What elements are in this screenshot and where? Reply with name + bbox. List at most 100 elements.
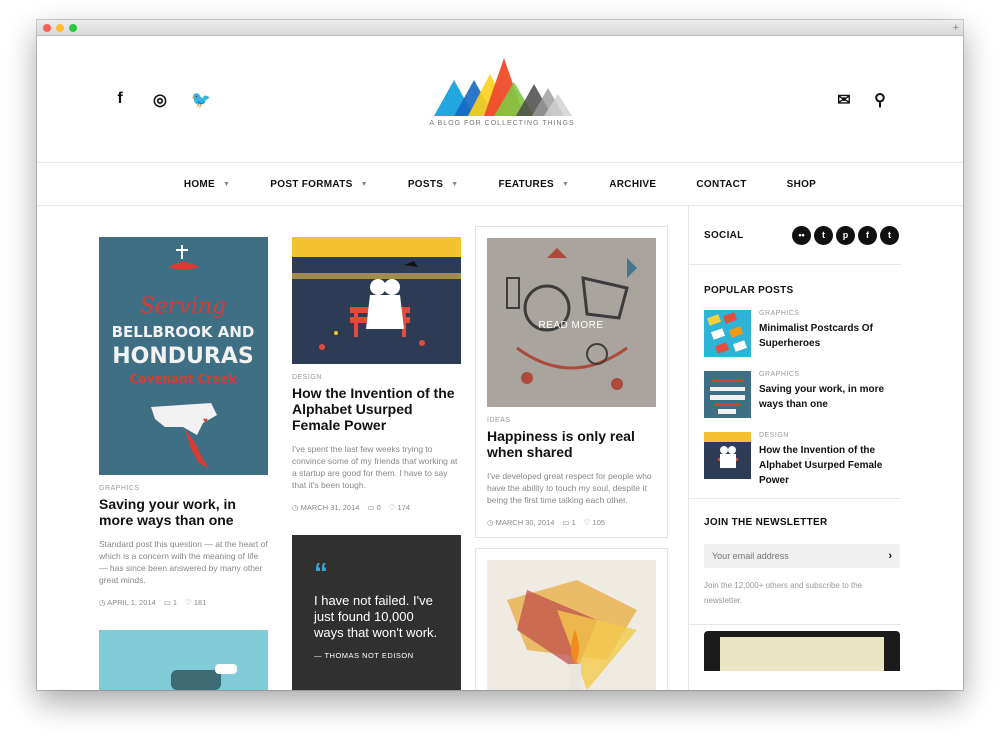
read-more-overlay: READ MORE [538, 320, 603, 331]
nav-item-features[interactable]: FEATURES ▼ [478, 179, 589, 190]
post-card-invention-alphabet: DESIGN How the Invention of the Alphabet… [292, 237, 463, 512]
post-card-teaser [99, 630, 268, 690]
nav-item-posts[interactable]: POSTS ▼ [388, 179, 479, 190]
nav-item-home[interactable]: HOME ▼ [164, 179, 250, 190]
window-titlebar: + [37, 20, 963, 36]
poster-artwork: Serving BELLBROOK AND HONDURAS Covenant … [99, 237, 268, 475]
post-card-abstract [475, 548, 668, 690]
logo-triangles-icon [434, 58, 572, 116]
post-category[interactable]: IDEAS [487, 417, 656, 424]
quote-block[interactable]: “ I have not failed. I've just found 10,… [292, 535, 461, 690]
nav-item-contact[interactable]: CONTACT [676, 179, 766, 190]
post-image-teaser[interactable] [99, 630, 268, 690]
svg-text:HONDURAS: HONDURAS [112, 344, 253, 369]
comment-count[interactable]: ▭ 1 [562, 518, 575, 527]
popular-post-thumbnail[interactable] [704, 432, 751, 479]
svg-text:BELLBROOK AND: BELLBROOK AND [112, 323, 255, 341]
facebook-icon[interactable]: f [111, 90, 129, 110]
post-date[interactable]: ◷ MARCH 30, 2014 [487, 518, 554, 527]
close-window-button[interactable] [43, 24, 51, 32]
post-image-abstract[interactable] [487, 560, 656, 690]
newsletter-note: Join the 12,000+ others and subscribe to… [704, 581, 863, 605]
minimize-window-button[interactable] [56, 24, 64, 32]
site-tagline: A BLOG FOR COLLECTING THINGS [429, 120, 575, 127]
twitter-icon[interactable]: t [880, 225, 899, 245]
like-count[interactable]: ♡ 105 [584, 518, 605, 527]
pinterest-icon[interactable]: p [836, 225, 855, 245]
quote-mark-icon: “ [314, 557, 328, 588]
quote-card: “ I have not failed. I've just found 10,… [292, 535, 461, 690]
sidebar-social-icons: •• t p f t [792, 225, 899, 245]
header-social-links: f ◎ 🐦 [111, 90, 211, 110]
post-date[interactable]: ◷ APRIL 1, 2014 [99, 598, 156, 607]
main-content: Serving BELLBROOK AND HONDURAS Covenant … [37, 206, 963, 690]
newsletter-title: JOIN THE NEWSLETTER [704, 517, 828, 528]
comment-count[interactable]: ▭ 1 [164, 598, 177, 607]
sidebar-popular-posts: POPULAR POSTS GRAPHICS Minimalist Postca… [689, 265, 901, 499]
main-nav: HOME ▼ POST FORMATS ▼ POSTS ▼ FEATURES ▼ ARC… [37, 163, 963, 206]
mail-icon[interactable]: ✉ [835, 90, 853, 110]
popular-post-category[interactable]: DESIGN [759, 432, 901, 439]
like-count[interactable]: ♡ 174 [389, 503, 410, 512]
post-image-poster[interactable]: Serving BELLBROOK AND HONDURAS Covenant … [99, 237, 268, 475]
comment-count[interactable]: ▭ 0 [367, 503, 380, 512]
nav-item-post-formats[interactable]: POST FORMATS ▼ [250, 179, 388, 190]
quote-author: — THOMAS NOT EDISON [314, 651, 414, 660]
nav-item-shop[interactable]: SHOP [767, 179, 837, 190]
post-date[interactable]: ◷ MARCH 31, 2014 [292, 503, 359, 512]
chevron-down-icon: ▼ [223, 180, 231, 188]
popular-post-item[interactable]: GRAPHICS Saving your work, in more ways … [704, 371, 901, 418]
sidebar-newsletter: JOIN THE NEWSLETTER › Join the 12,000+ o… [689, 499, 901, 625]
newsletter-form: › [704, 544, 900, 568]
chevron-down-icon: ▼ [360, 180, 368, 188]
twitter-icon[interactable]: 🐦 [191, 90, 211, 110]
post-title[interactable]: Saving your work, in more ways than one [99, 496, 268, 528]
post-excerpt: Standard post this question — at the hea… [99, 539, 268, 585]
popular-post-category[interactable]: GRAPHICS [759, 371, 901, 378]
popular-post-title[interactable]: Minimalist Postcards Of Superheroes [759, 321, 901, 351]
post-category[interactable]: GRAPHICS [99, 485, 268, 492]
popular-post-category[interactable]: GRAPHICS [759, 310, 901, 317]
popular-post-title[interactable]: How the Invention of the Alphabet Usurpe… [759, 443, 901, 488]
post-meta: ◷ MARCH 31, 2014 ▭ 0 ♡ 174 [292, 503, 463, 512]
post-category[interactable]: DESIGN [292, 374, 463, 381]
dribbble-icon[interactable]: ◎ [151, 90, 169, 110]
chevron-down-icon: ▼ [451, 180, 459, 188]
post-image-illustration[interactable]: READ MORE [487, 238, 656, 407]
header-actions: ✉ ⚲ [835, 90, 889, 110]
sidebar: SOCIAL •• t p f t POPULAR POSTS GRAPHICS… [689, 206, 901, 671]
facebook-icon[interactable]: f [858, 225, 877, 245]
popular-post-item[interactable]: GRAPHICS Minimalist Postcards Of Superhe… [704, 310, 901, 357]
post-meta: ◷ APRIL 1, 2014 ▭ 1 ♡ 181 [99, 598, 268, 607]
zoom-window-button[interactable] [69, 24, 77, 32]
svg-text:♥: ♥ [203, 416, 208, 425]
post-excerpt: I've developed great respect for people … [487, 471, 652, 505]
nav-item-archive[interactable]: ARCHIVE [589, 179, 676, 190]
popular-posts-title: POPULAR POSTS [704, 285, 794, 296]
post-title[interactable]: How the Invention of the Alphabet Usurpe… [292, 385, 463, 433]
post-card-happiness: READ MORE IDEAS Happiness is only real w… [475, 226, 668, 538]
popular-post-thumbnail[interactable] [704, 371, 751, 418]
chevron-right-icon[interactable]: › [888, 550, 892, 562]
sidebar-banner-image[interactable] [704, 631, 900, 671]
svg-text:Serving: Serving [140, 294, 226, 319]
post-image-bench[interactable] [292, 237, 461, 364]
sidebar-social: SOCIAL •• t p f t [689, 206, 901, 265]
flickr-icon[interactable]: •• [792, 225, 811, 245]
tumblr-icon[interactable]: t [814, 225, 833, 245]
popular-post-item[interactable]: DESIGN How the Invention of the Alphabet… [704, 432, 901, 488]
sidebar-social-title: SOCIAL [704, 229, 744, 241]
chevron-down-icon: ▼ [562, 180, 570, 188]
post-meta: ◷ MARCH 30, 2014 ▭ 1 ♡ 105 [487, 518, 656, 527]
post-excerpt: I've spent the last few weeks trying to … [292, 444, 458, 490]
newsletter-email-input[interactable] [712, 551, 872, 561]
site-header: f ◎ 🐦 A BLOG FOR COLLECTING THINGS ✉ ⚲ [37, 36, 963, 163]
search-icon[interactable]: ⚲ [871, 90, 889, 110]
site-logo[interactable]: A BLOG FOR COLLECTING THINGS [427, 58, 577, 127]
popular-post-thumbnail[interactable] [704, 310, 751, 357]
new-tab-button[interactable]: + [953, 21, 959, 35]
post-title[interactable]: Happiness is only real when shared [487, 428, 656, 460]
like-count[interactable]: ♡ 181 [185, 598, 206, 607]
popular-post-title[interactable]: Saving your work, in more ways than one [759, 382, 901, 412]
svg-text:Covenant Creek: Covenant Creek [129, 372, 237, 386]
